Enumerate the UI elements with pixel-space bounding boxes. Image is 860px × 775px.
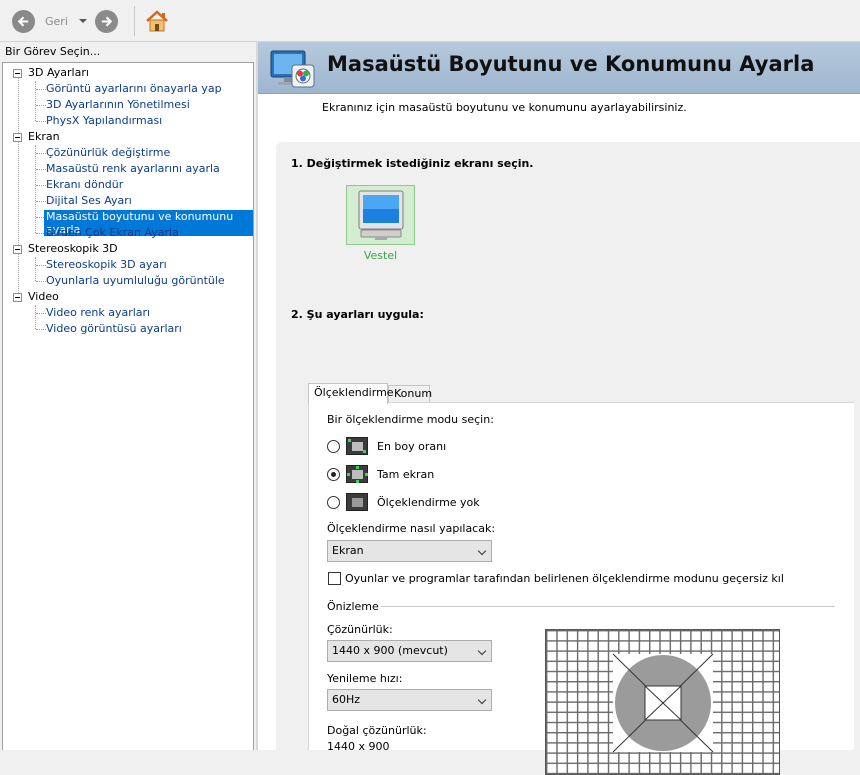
collapse-icon[interactable] [13,69,22,78]
resolution-value: 1440 x 900 (mevcut) [332,644,448,657]
tree-item-rotate-display[interactable]: Ekranı döndür [46,178,123,191]
collapse-icon[interactable] [13,133,22,142]
radio-no-scaling[interactable] [327,496,340,509]
tree-group-stereo[interactable]: Stereoskopik 3D [28,242,118,255]
display-selector-vestel[interactable] [346,185,415,245]
collapse-icon[interactable] [13,293,22,302]
aspect-ratio-icon [346,437,368,455]
tree-item-multiple-displays[interactable]: Birden Çok Ekran Ayarla [46,226,179,239]
settings-panel: 1. Değiştirmek istediğiniz ekranı seçin.… [276,142,860,775]
perform-scaling-select[interactable]: Ekran [327,540,492,562]
tab-scaling[interactable]: Ölçeklendirme [308,383,394,404]
scaling-tab-panel: Bir ölçeklendirme modu seçin: En boy ora… [308,402,854,775]
toolbar-separator [134,6,135,36]
override-scaling-label[interactable]: Oyunlar ve programlar tarafından belirle… [345,572,784,585]
refresh-rate-label: Yenileme hızı: [327,672,403,685]
tree-item-desktop-color[interactable]: Masaüstü renk ayarlarını ayarla [46,162,220,175]
resolution-select[interactable]: 1440 x 900 (mevcut) [327,640,492,662]
page-title: Masaüstü Boyutunu ve Konumunu Ayarla [327,52,815,76]
mode-label-no-scaling[interactable]: Ölçeklendirme yok [377,496,480,509]
chevron-down-icon [477,646,487,656]
page-subtitle: Ekranınız için masaüstü boyutunu ve konu… [322,101,687,114]
scaling-mode-prompt: Bir ölçeklendirme modu seçin: [327,413,494,426]
native-resolution-value: 1440 x 900 [327,740,390,753]
task-tree: 3D Ayarları Görüntü ayarlarını önayarla … [2,62,254,750]
tree-group-3d[interactable]: 3D Ayarları [28,66,89,79]
task-pane-header: Bir Görev Seçin... [0,43,256,63]
full-screen-icon [346,465,368,483]
tree-item-change-resolution[interactable]: Çözünürlük değiştirme [46,146,170,159]
refresh-rate-value: 60Hz [332,693,361,706]
toolbar: Geri [0,0,860,42]
forward-arrow-icon[interactable] [95,10,118,33]
dropdown-caret-icon[interactable] [79,19,87,23]
refresh-rate-select[interactable]: 60Hz [327,689,492,711]
tree-item-digital-audio[interactable]: Dijital Ses Ayarı [46,194,132,207]
content-pane: Masaüstü Boyutunu ve Konumunu Ayarla Ekr… [258,42,860,775]
tree-item-manage-3d[interactable]: 3D Ayarlarının Yönetilmesi [46,98,190,111]
chevron-down-icon [477,546,487,556]
tree-group-display[interactable]: Ekran [28,130,60,143]
mode-label-full-screen[interactable]: Tam ekran [377,468,434,481]
radio-full-screen[interactable] [327,468,340,481]
mode-label-aspect-ratio[interactable]: En boy oranı [377,440,446,453]
home-icon[interactable] [144,8,170,34]
preview-divider [381,606,835,607]
preview-heading: Önizleme [327,600,379,613]
resolution-label: Çözünürlük: [327,623,393,636]
override-scaling-checkbox[interactable] [328,572,341,585]
perform-scaling-value: Ekran [332,544,364,557]
tree-item-physx[interactable]: PhysX Yapılandırması [46,114,162,127]
scaling-preview-image [545,629,780,775]
step1-heading: 1. Değiştirmek istediğiniz ekranı seçin. [291,157,534,170]
no-scaling-icon [346,493,368,511]
display-settings-icon [270,49,316,89]
chevron-down-icon [477,695,487,705]
native-resolution-label: Doğal çözünürlük: [327,724,427,737]
monitor-icon [358,190,404,240]
tree-item-game-compat[interactable]: Oyunlarla uyumluluğu görüntüle [46,274,225,287]
tree-item-video-color[interactable]: Video renk ayarları [46,306,150,319]
step2-heading: 2. Şu ayarları uygula: [291,308,424,321]
tab-position[interactable]: Konum [388,385,432,403]
tree-group-video[interactable]: Video [28,290,59,303]
perform-scaling-label: Ölçeklendirme nasıl yapılacak: [327,522,496,535]
tree-item-image-presets[interactable]: Görüntü ayarlarını önayarla yap [46,82,222,95]
collapse-icon[interactable] [13,245,22,254]
radio-aspect-ratio[interactable] [327,440,340,453]
back-label[interactable]: Geri [45,15,68,28]
back-arrow-icon[interactable] [12,10,35,33]
page-banner: Masaüstü Boyutunu ve Konumunu Ayarla [258,42,860,94]
tree-item-stereo-setup[interactable]: Stereoskopik 3D ayarı [46,258,167,271]
display-name[interactable]: Vestel [346,249,415,262]
tree-item-video-image[interactable]: Video görüntüsü ayarları [46,322,182,335]
